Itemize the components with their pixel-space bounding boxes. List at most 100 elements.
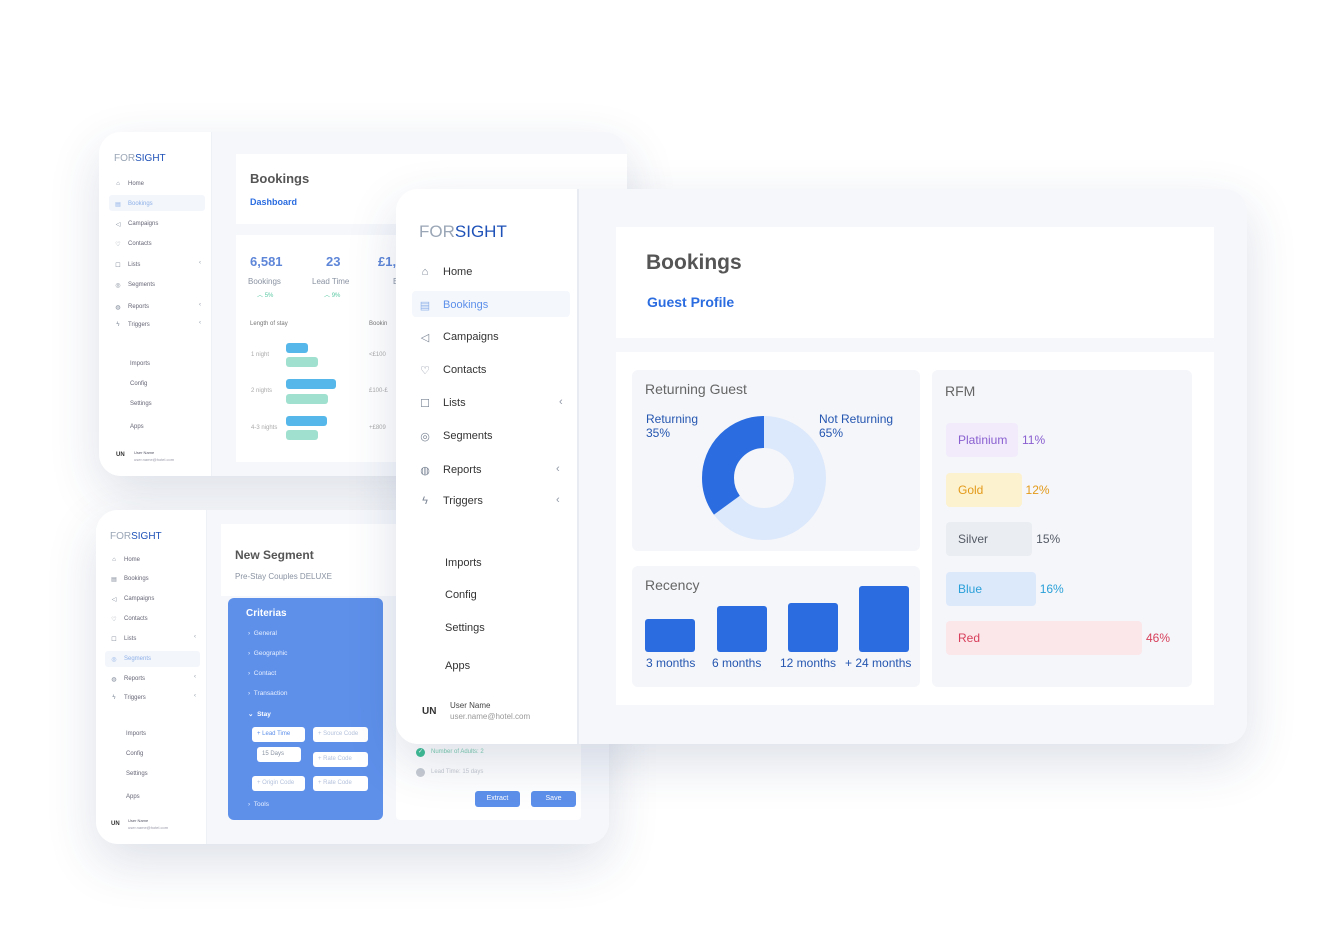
megaphone-icon: ◁ <box>111 596 117 603</box>
rate-code-tag[interactable]: + Rate Code <box>313 776 368 791</box>
chevron-icon[interactable]: ‹ <box>199 302 201 308</box>
chevron-icon[interactable]: ‹ <box>199 260 201 266</box>
rfm-pct: 15% <box>1036 532 1061 546</box>
calendar-icon: ▤ <box>419 299 431 312</box>
origin-code-tag[interactable]: + Origin Code <box>252 776 305 791</box>
kpi-leadtime-value: 23 <box>326 254 341 269</box>
sidebar-item-apps[interactable]: Apps <box>445 660 470 672</box>
save-button[interactable]: Save <box>531 791 576 807</box>
sidebar-item-triggers[interactable]: ϟ Triggers <box>418 491 483 511</box>
sidebar-item-campaigns[interactable]: ◁ Campaigns <box>418 327 499 347</box>
criterias-title: Criterias <box>246 608 287 619</box>
sidebar-item-bookings[interactable]: ▤ Bookings <box>113 199 153 209</box>
recency-bar <box>788 602 838 652</box>
kpi-bookings-delta: ︿ 5% <box>257 293 274 299</box>
logo: FORSIGHT <box>419 222 507 241</box>
stay-row-label: 4-3 nights <box>251 425 278 431</box>
lead-time-tag[interactable]: + Lead Time <box>252 727 305 742</box>
sidebar-item-bookings[interactable]: ▤ Bookings <box>418 295 488 315</box>
home-icon: ⌂ <box>421 266 429 278</box>
sidebar: FORSIGHT ⌂ Home ▤ Bookings ◁ Campaigns ♡ Con… <box>96 510 207 844</box>
sidebar-item-segments[interactable]: ◎ Segments <box>109 654 151 664</box>
recency-bar <box>859 586 909 652</box>
criteria-tools[interactable]: › Tools <box>248 801 269 808</box>
chevron-icon[interactable]: ‹ <box>559 396 563 408</box>
sidebar-item-reports[interactable]: ◍ Reports <box>113 302 149 312</box>
returning-guest-donut <box>702 416 826 540</box>
sidebar-item-segments[interactable]: ◎ Segments <box>113 280 155 290</box>
sidebar-item-triggers[interactable]: ϟ Triggers <box>113 320 149 330</box>
rate-code-tag[interactable]: + Rate Code <box>313 752 368 767</box>
sidebar-item-config[interactable]: Config <box>130 381 147 387</box>
chevron-icon[interactable]: ‹ <box>194 634 196 640</box>
trigger-icon: ϟ <box>422 495 428 507</box>
sidebar-item-campaigns[interactable]: ◁ Campaigns <box>113 219 159 229</box>
sidebar-item-settings[interactable]: Settings <box>130 401 152 407</box>
criteria-transaction[interactable]: › Transaction <box>248 690 288 697</box>
days-stepper[interactable]: 15 Days <box>257 747 301 762</box>
sidebar-item-bookings[interactable]: ▤ Bookings <box>109 574 149 584</box>
sidebar-item-settings[interactable]: Settings <box>126 771 148 777</box>
stay-row-amount: <£100 <box>369 352 386 358</box>
sidebar-item-config[interactable]: Config <box>126 751 143 757</box>
sidebar-item-segments[interactable]: ◎ Segments <box>418 426 492 446</box>
avatar[interactable]: UN <box>111 821 120 827</box>
chevron-icon[interactable]: ‹ <box>194 674 196 680</box>
sidebar-item-lists[interactable]: ☐ Lists <box>418 393 466 413</box>
sidebar-item-lists[interactable]: ☐ Lists <box>109 634 136 644</box>
page-title: Bookings <box>250 171 310 186</box>
chevron-icon[interactable]: ‹ <box>556 463 560 475</box>
stay-row-label: 1 night <box>251 352 270 358</box>
sidebar-item-reports[interactable]: ◍ Reports <box>418 460 481 480</box>
sidebar-item-settings[interactable]: Settings <box>445 622 485 634</box>
sidebar-item-imports[interactable]: Imports <box>130 361 150 367</box>
sidebar-item-lists[interactable]: ☐ Lists <box>113 260 140 270</box>
logo: FORSIGHT <box>110 531 162 542</box>
user-name: User Name <box>450 701 491 710</box>
sidebar-item-apps[interactable]: Apps <box>126 794 140 800</box>
criteria-geographic[interactable]: › Geographic <box>248 650 287 657</box>
sidebar-item-home[interactable]: ⌂ Home <box>109 555 140 565</box>
source-code-tag[interactable]: + Source Code <box>313 727 368 742</box>
returning-legend: Returning 35% <box>646 412 699 440</box>
chevron-icon[interactable]: ‹ <box>194 693 196 699</box>
sidebar-item-home[interactable]: ⌂ Home <box>418 262 473 282</box>
stay-row-amount: +£809 <box>369 425 386 431</box>
sidebar-item-contacts[interactable]: ♡ Contacts <box>109 614 147 624</box>
chevron-right-icon: › <box>248 630 251 637</box>
sidebar-item-home[interactable]: ⌂ Home <box>113 179 144 189</box>
criteria-general[interactable]: › General <box>248 630 277 637</box>
chevron-right-icon: › <box>248 801 251 808</box>
arrow-up-icon: ︿ <box>257 293 264 299</box>
sidebar-item-contacts[interactable]: ♡ Contacts <box>113 239 151 249</box>
stay-bar <box>286 343 308 353</box>
sidebar-item-apps[interactable]: Apps <box>130 424 144 430</box>
sidebar-item-config[interactable]: Config <box>445 589 477 601</box>
recency-panel: Recency 3 months 6 months 12 months + 24 mo… <box>632 566 920 687</box>
home-icon: ⌂ <box>116 181 120 187</box>
rfm-panel: RFM Platinium 11% Gold 12% Silver 15% Blue 16% R… <box>932 370 1192 687</box>
sidebar-item-imports[interactable]: Imports <box>445 557 482 569</box>
criteria-contact[interactable]: › Contact <box>248 670 276 677</box>
avatar[interactable]: UN <box>422 706 436 717</box>
sidebar-item-reports[interactable]: ◍ Reports <box>109 674 145 684</box>
sidebar-item-campaigns[interactable]: ◁ Campaigns <box>109 594 155 604</box>
sidebar-item-imports[interactable]: Imports <box>126 731 146 737</box>
criteria-stay[interactable]: ⌄ Stay <box>248 710 271 718</box>
guest-profile-window: FORSIGHT ⌂ Home ▤ Bookings ◁ Campaigns ♡ Con… <box>396 189 1247 744</box>
target-icon: ◎ <box>420 430 430 443</box>
stay-bar <box>286 394 328 404</box>
extract-button[interactable]: Extract <box>475 791 520 807</box>
avatar[interactable]: UN <box>116 452 125 458</box>
recency-title: Recency <box>645 577 700 593</box>
page-title: New Segment <box>235 548 314 562</box>
user-name: User Name <box>134 450 155 455</box>
sidebar-item-triggers[interactable]: ϟ Triggers <box>109 693 145 703</box>
chevron-icon[interactable]: ‹ <box>556 494 560 506</box>
chevron-icon[interactable]: ‹ <box>199 320 201 326</box>
list-icon: ☐ <box>111 636 117 643</box>
chevron-right-icon: › <box>248 650 251 657</box>
recency-label: 12 months <box>780 656 837 670</box>
rfm-pct: 12% <box>1025 483 1050 497</box>
sidebar-item-contacts[interactable]: ♡ Contacts <box>418 360 486 380</box>
